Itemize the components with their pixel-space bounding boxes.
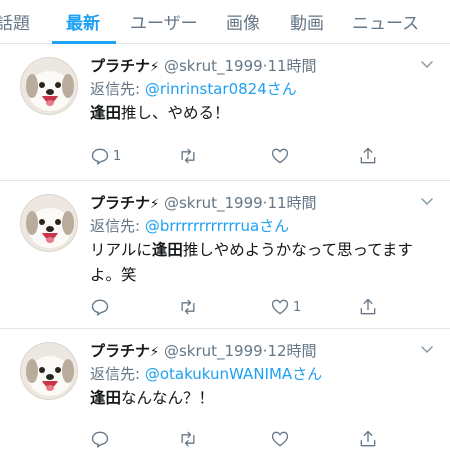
reply-button[interactable]: 1 (90, 145, 121, 167)
tweet-header: プラチナ⚡ @skrut_1999·11時間 (90, 192, 425, 214)
search-tabs: 話題 最新 ユーザー 画像 動画 ニュース (0, 0, 450, 44)
tab-videos[interactable]: 動画 (290, 9, 324, 34)
tweet-text-rest: なんなん？！ (121, 389, 215, 407)
retweet-icon (181, 148, 195, 164)
tab-latest[interactable]: 最新 (66, 9, 100, 34)
reply-prefix: 返信先: (90, 80, 145, 98)
share-button[interactable] (358, 428, 378, 450)
lightning-icon: ⚡ (150, 60, 160, 75)
reply-button[interactable] (90, 296, 113, 318)
reply-button[interactable] (90, 428, 113, 450)
avatar[interactable] (20, 342, 78, 400)
like-button[interactable] (270, 145, 293, 167)
reply-prefix: 返信先: (90, 217, 145, 235)
tweet-actions: 1 (90, 145, 390, 167)
timestamp[interactable]: 11時間 (267, 194, 316, 212)
share-icon (360, 298, 376, 315)
reply-context: 返信先: @rinrinstar0824さん (90, 77, 425, 101)
like-count: 1 (293, 299, 302, 315)
reply-context: 返信先: @otakukunWANIMAさん (90, 362, 425, 386)
retweet-button[interactable] (178, 428, 198, 450)
display-name[interactable]: プラチナ (90, 342, 150, 360)
tweet[interactable]: プラチナ⚡ @skrut_1999·11時間 返信先: @rinrinstar0… (0, 45, 450, 181)
tweet-text: 逢田なんなん？！ (90, 386, 425, 411)
tweet-text: 逢田推し、やめる！ (90, 101, 425, 126)
like-button[interactable]: 1 (270, 296, 301, 318)
share-button[interactable] (358, 145, 378, 167)
chevron-down-icon[interactable] (420, 57, 434, 71)
lightning-icon: ⚡ (150, 345, 160, 360)
tweet[interactable]: プラチナ⚡ @skrut_1999·12時間 返信先: @otakukunWAN… (0, 330, 450, 462)
tweet-actions (90, 428, 390, 450)
tab-news[interactable]: ニュース (352, 9, 419, 34)
tweet-text-rest: 推し、やめる！ (121, 104, 230, 122)
reply-prefix: 返信先: (90, 365, 145, 383)
tweet-text-bold: 逢田 (90, 389, 122, 407)
timestamp[interactable]: 11時間 (267, 57, 316, 75)
reply-count: 1 (113, 148, 122, 164)
display-name[interactable]: プラチナ (90, 194, 150, 212)
retweet-button[interactable] (178, 145, 198, 167)
tab-topics[interactable]: 話題 (0, 9, 30, 34)
share-icon (360, 430, 376, 447)
heart-icon (271, 148, 289, 164)
reply-mention[interactable]: @brrrrrrrrrrrruaさん (145, 217, 289, 235)
user-handle[interactable]: @skrut_1999 (164, 342, 263, 360)
tweet-header: プラチナ⚡ @skrut_1999·11時間 (90, 55, 425, 77)
chevron-down-icon[interactable] (420, 342, 434, 356)
avatar[interactable] (20, 194, 78, 252)
reply-mention[interactable]: @otakukunWANIMAさん (145, 365, 322, 383)
chevron-down-icon[interactable] (420, 194, 434, 208)
timestamp[interactable]: 12時間 (267, 342, 316, 360)
tab-users[interactable]: ユーザー (130, 9, 198, 34)
tweet-text-bold: 逢田 (151, 241, 183, 259)
tweet-text-bold: 逢田 (90, 104, 122, 122)
retweet-button[interactable] (178, 296, 198, 318)
reply-context: 返信先: @brrrrrrrrrrrruaさん (90, 214, 425, 238)
tweet-text: リアルに逢田推しやめようかなって思ってますよ。笑 (90, 238, 430, 288)
avatar[interactable] (20, 57, 78, 115)
lightning-icon: ⚡ (150, 197, 160, 212)
heart-icon (271, 299, 289, 315)
retweet-icon (181, 299, 195, 315)
retweet-icon (181, 431, 195, 447)
tweet[interactable]: プラチナ⚡ @skrut_1999·11時間 返信先: @brrrrrrrrrr… (0, 182, 450, 329)
share-icon (360, 147, 376, 164)
reply-mention[interactable]: @rinrinstar0824さん (145, 80, 297, 98)
user-handle[interactable]: @skrut_1999 (164, 57, 263, 75)
tab-images[interactable]: 画像 (226, 9, 260, 34)
tweet-text-pre: リアルに (90, 241, 152, 259)
user-handle[interactable]: @skrut_1999 (164, 194, 263, 212)
active-tab-indicator (52, 41, 116, 44)
heart-icon (271, 431, 289, 447)
like-button[interactable] (270, 428, 293, 450)
reply-icon (91, 299, 109, 316)
tweet-header: プラチナ⚡ @skrut_1999·12時間 (90, 340, 425, 362)
share-button[interactable] (358, 296, 378, 318)
tweet-actions: 1 (90, 296, 390, 318)
reply-icon (91, 431, 109, 448)
display-name[interactable]: プラチナ (90, 57, 150, 75)
reply-icon (91, 148, 109, 165)
